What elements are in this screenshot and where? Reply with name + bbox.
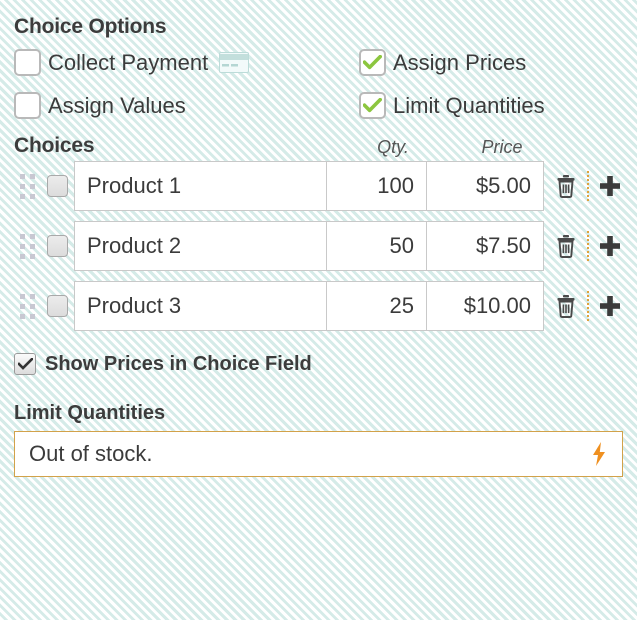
choice-qty-input[interactable]: 100 (326, 161, 426, 211)
action-divider (587, 171, 589, 201)
choice-selected-wrap (40, 161, 74, 211)
show-prices-label: Show Prices in Choice Field (45, 353, 312, 375)
assign-values-checkbox[interactable] (14, 92, 41, 119)
choice-text-input[interactable]: Product 2 (74, 221, 326, 271)
choice-selected-wrap (40, 281, 74, 331)
limit-quantities-field-label: Limit Quantities (14, 402, 166, 424)
show-prices-checkbox[interactable] (14, 353, 36, 375)
limit-quantities-input[interactable] (29, 441, 586, 467)
drag-handle-icon[interactable] (14, 221, 40, 271)
show-prices-option[interactable]: Show Prices in Choice Field (14, 353, 623, 375)
drag-handle-icon[interactable] (14, 161, 40, 211)
option-collect-payment[interactable]: Collect Payment (14, 49, 359, 76)
column-header-price: Price (481, 137, 523, 157)
assign-values-label: Assign Values (48, 92, 186, 118)
choice-row-actions (544, 281, 623, 331)
choice-selected-checkbox[interactable] (46, 295, 68, 317)
choice-price-input[interactable]: $10.00 (426, 281, 544, 331)
choice-options-title: Choice Options (14, 15, 167, 38)
choice-price-input[interactable]: $7.50 (426, 221, 544, 271)
limit-quantities-checkbox[interactable] (359, 92, 386, 119)
choice-qty-input[interactable]: 50 (326, 221, 426, 271)
check-icon (17, 358, 33, 370)
choices-title: Choices (14, 134, 95, 157)
drag-handle-icon[interactable] (14, 281, 40, 331)
choice-text-input[interactable]: Product 3 (74, 281, 326, 331)
choice-row-actions (544, 161, 623, 211)
trash-icon[interactable] (553, 231, 579, 261)
choice-text-input[interactable]: Product 1 (74, 161, 326, 211)
trash-icon[interactable] (553, 171, 579, 201)
choice-options-grid: Collect Payment Assign Prices Assign Val… (14, 49, 623, 119)
action-divider (587, 231, 589, 261)
choice-row-actions (544, 221, 623, 271)
plus-icon[interactable] (597, 231, 623, 261)
option-assign-prices[interactable]: Assign Prices (359, 49, 623, 76)
choices-header: Choices Qty. Price (14, 135, 623, 156)
limit-quantities-label: Limit Quantities (393, 92, 545, 118)
assign-prices-label: Assign Prices (393, 49, 527, 75)
option-assign-values[interactable]: Assign Values (14, 92, 359, 119)
column-header-qty: Qty. (377, 137, 409, 157)
plus-icon[interactable] (597, 171, 623, 201)
choice-row: Product 3 25 $10.00 (14, 281, 623, 331)
collect-payment-checkbox[interactable] (14, 49, 41, 76)
plus-icon[interactable] (597, 291, 623, 321)
check-icon (363, 98, 382, 113)
collect-payment-label: Collect Payment (48, 49, 209, 75)
choice-qty-input[interactable]: 25 (326, 281, 426, 331)
assign-prices-checkbox[interactable] (359, 49, 386, 76)
choice-selected-checkbox[interactable] (46, 175, 68, 197)
limit-quantities-field[interactable] (14, 431, 623, 477)
choice-selected-wrap (40, 221, 74, 271)
choice-row: Product 1 100 $5.00 (14, 161, 623, 211)
trash-icon[interactable] (553, 291, 579, 321)
choice-row: Product 2 50 $7.50 (14, 221, 623, 271)
option-limit-quantities[interactable]: Limit Quantities (359, 92, 623, 119)
choice-price-input[interactable]: $5.00 (426, 161, 544, 211)
check-icon (363, 55, 382, 70)
choice-selected-checkbox[interactable] (46, 235, 68, 257)
action-divider (587, 291, 589, 321)
product-field-settings-panel: Choice Options Collect Payment Assign Pr… (0, 0, 637, 477)
credit-card-icon (219, 52, 250, 73)
lightning-bolt-icon[interactable] (586, 441, 612, 467)
